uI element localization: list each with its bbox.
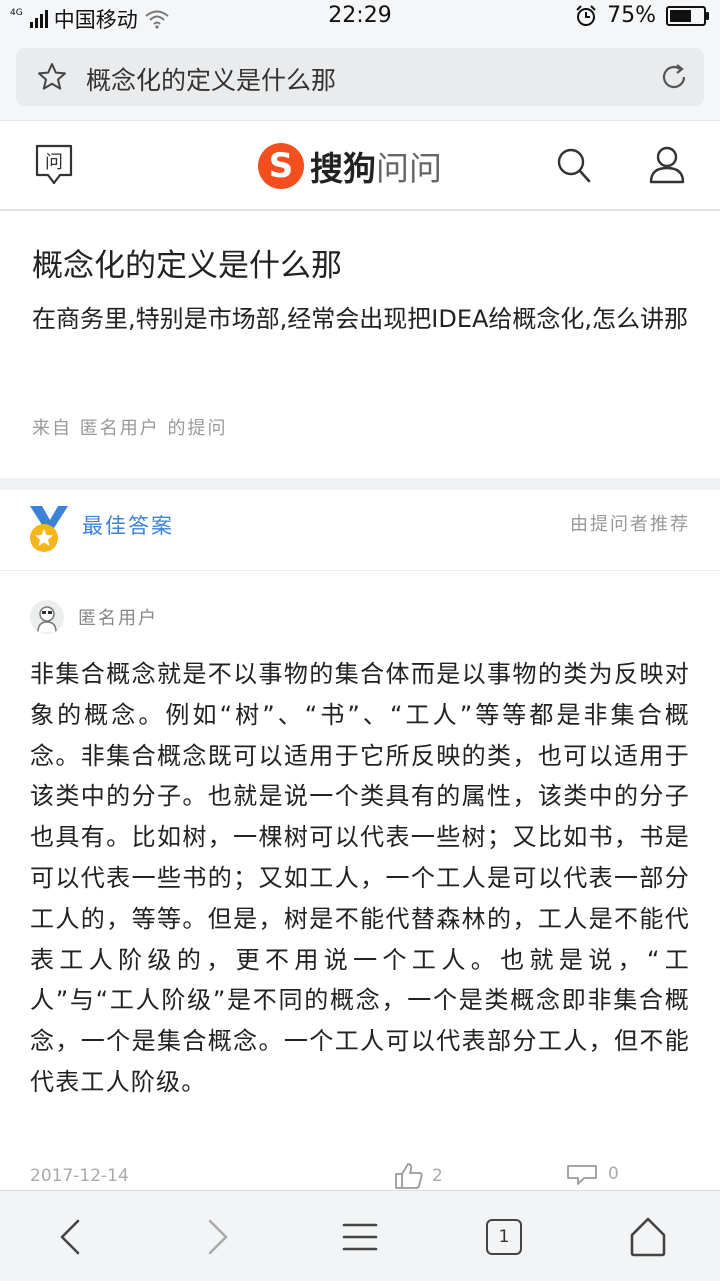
- thumbs-up-icon: [395, 1163, 423, 1189]
- comment-icon: [567, 1165, 597, 1185]
- logo-text-sogou: 搜狗: [310, 149, 376, 188]
- answer-author-name: 匿名用户: [78, 608, 158, 629]
- comment-button[interactable]: 0: [566, 1162, 619, 1186]
- status-right: 75%: [575, 3, 709, 28]
- answer-footer: 2017-12-14 2 0: [30, 1162, 690, 1192]
- menu-icon[interactable]: [338, 1215, 382, 1259]
- medal-icon: [30, 506, 68, 552]
- battery-percent: 75%: [607, 3, 656, 28]
- status-bar: 4G 中国移动 22:29 75%: [0, 0, 720, 34]
- tab-count: 1: [486, 1219, 522, 1255]
- like-button[interactable]: 2: [394, 1162, 443, 1190]
- question-title: 概念化的定义是什么那: [32, 248, 342, 284]
- best-answer-header: 最佳答案 由提问者推荐: [0, 490, 720, 571]
- logo-text-wenwen: 问问: [376, 149, 442, 188]
- address-bar[interactable]: 概念化的定义是什么那: [16, 48, 704, 106]
- battery-fill: [670, 9, 691, 22]
- question-meta: 来自 匿名用户 的提问: [32, 418, 228, 439]
- section-divider: [0, 478, 720, 490]
- address-text[interactable]: 概念化的定义是什么那: [86, 61, 336, 97]
- tabs-button[interactable]: 1: [482, 1215, 526, 1259]
- ask-question-icon[interactable]: 问: [34, 143, 74, 187]
- user-icon[interactable]: [648, 145, 686, 185]
- comment-count: 0: [608, 1164, 619, 1184]
- forward-icon[interactable]: [194, 1215, 238, 1259]
- star-icon[interactable]: [36, 61, 68, 93]
- sogou-wenwen-logo[interactable]: S 搜狗 问问: [258, 141, 442, 191]
- site-header: 问 S 搜狗 问问: [0, 120, 720, 211]
- answer-date: 2017-12-14: [30, 1166, 129, 1186]
- logo-mark: S: [258, 143, 304, 189]
- best-answer-label: 最佳答案: [82, 514, 174, 538]
- browser-bottom-nav: 1: [0, 1190, 720, 1281]
- ask-icon-glyph: 问: [45, 152, 63, 173]
- home-icon[interactable]: [626, 1215, 670, 1259]
- avatar: [30, 600, 64, 634]
- alarm-icon: [576, 4, 596, 26]
- browser-toolbar: 概念化的定义是什么那: [0, 34, 720, 120]
- refresh-icon[interactable]: [658, 61, 690, 93]
- answer-body: 非集合概念就是不以事物的集合体而是以事物的类为反映对象的概念。例如“树”、“书”…: [30, 660, 690, 1096]
- like-count: 2: [432, 1166, 443, 1186]
- back-icon[interactable]: [50, 1215, 94, 1259]
- search-icon[interactable]: [556, 147, 592, 185]
- battery-icon: [666, 5, 709, 26]
- question-description: 在商务里,特别是市场部,经常会出现把IDEA给概念化,怎么讲那: [32, 305, 689, 333]
- answer-author: 匿名用户: [30, 600, 158, 634]
- recommended-by: 由提问者推荐: [570, 514, 690, 535]
- anonymous-avatar-icon: [37, 606, 57, 633]
